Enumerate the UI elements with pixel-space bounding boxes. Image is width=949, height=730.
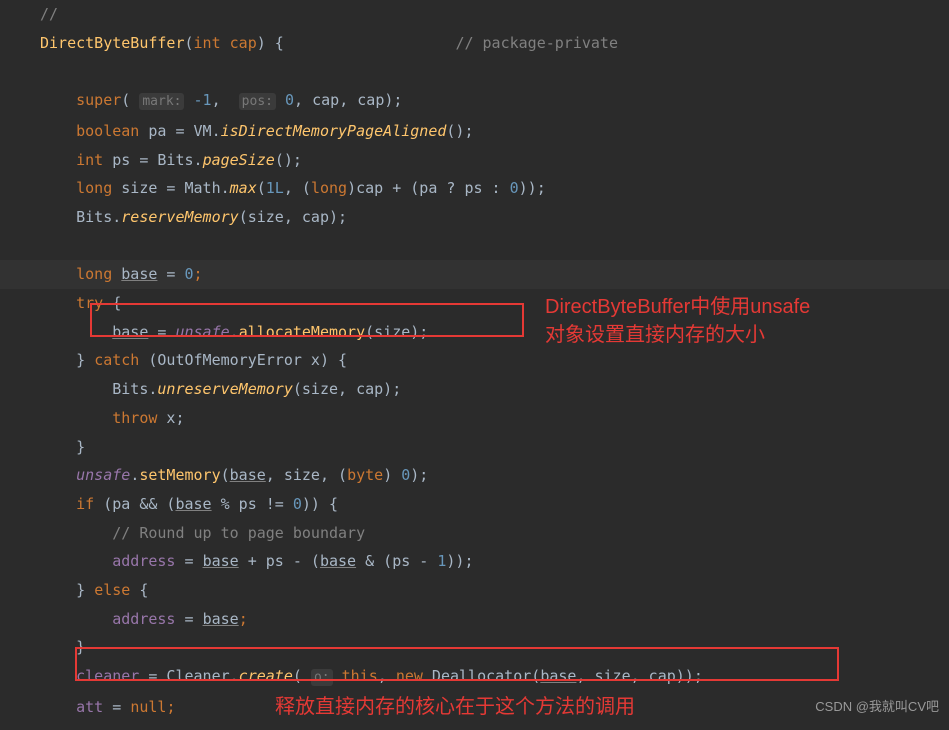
code-line: base = unsafe.allocateMemory(size); (40, 318, 949, 347)
code-line: Bits.unreserveMemory(size, cap); (40, 375, 949, 404)
annotation-text-1: DirectByteBuffer中使用unsafe 对象设置直接内存的大小 (545, 293, 810, 349)
code-line: DirectByteBuffer(int cap) { // package-p… (40, 29, 949, 58)
code-line: cleaner = Cleaner.create( o: this, new D… (40, 662, 949, 693)
code-line: } (40, 433, 949, 462)
code-line: long size = Math.max(1L, (long)cap + (pa… (40, 174, 949, 203)
code-line (40, 232, 949, 261)
code-line: // Round up to page boundary (40, 519, 949, 548)
code-line: super( mark: -1, pos: 0, cap, cap); (40, 86, 949, 117)
code-editor: // DirectByteBuffer(int cap) { // packag… (0, 0, 949, 722)
code-line: try { (40, 289, 949, 318)
code-line (40, 57, 949, 86)
code-line: address = base + ps - (base & (ps - 1)); (40, 547, 949, 576)
code-line: // (40, 0, 949, 29)
code-line: boolean pa = VM.isDirectMemoryPageAligne… (40, 117, 949, 146)
annotation-text-2: 释放直接内存的核心在于这个方法的调用 (275, 693, 635, 722)
code-line: } catch (OutOfMemoryError x) { (40, 346, 949, 375)
code-line: unsafe.setMemory(base, size, (byte) 0); (40, 461, 949, 490)
code-line: } (40, 633, 949, 662)
code-line-highlighted: long base = 0; (40, 260, 949, 289)
code-line: Bits.reserveMemory(size, cap); (40, 203, 949, 232)
code-line: if (pa && (base % ps != 0)) { (40, 490, 949, 519)
code-line: address = base; (40, 605, 949, 634)
code-line: } else { (40, 576, 949, 605)
code-line: throw x; (40, 404, 949, 433)
watermark: CSDN @我就叫CV吧 (815, 693, 939, 722)
code-line: int ps = Bits.pageSize(); (40, 146, 949, 175)
